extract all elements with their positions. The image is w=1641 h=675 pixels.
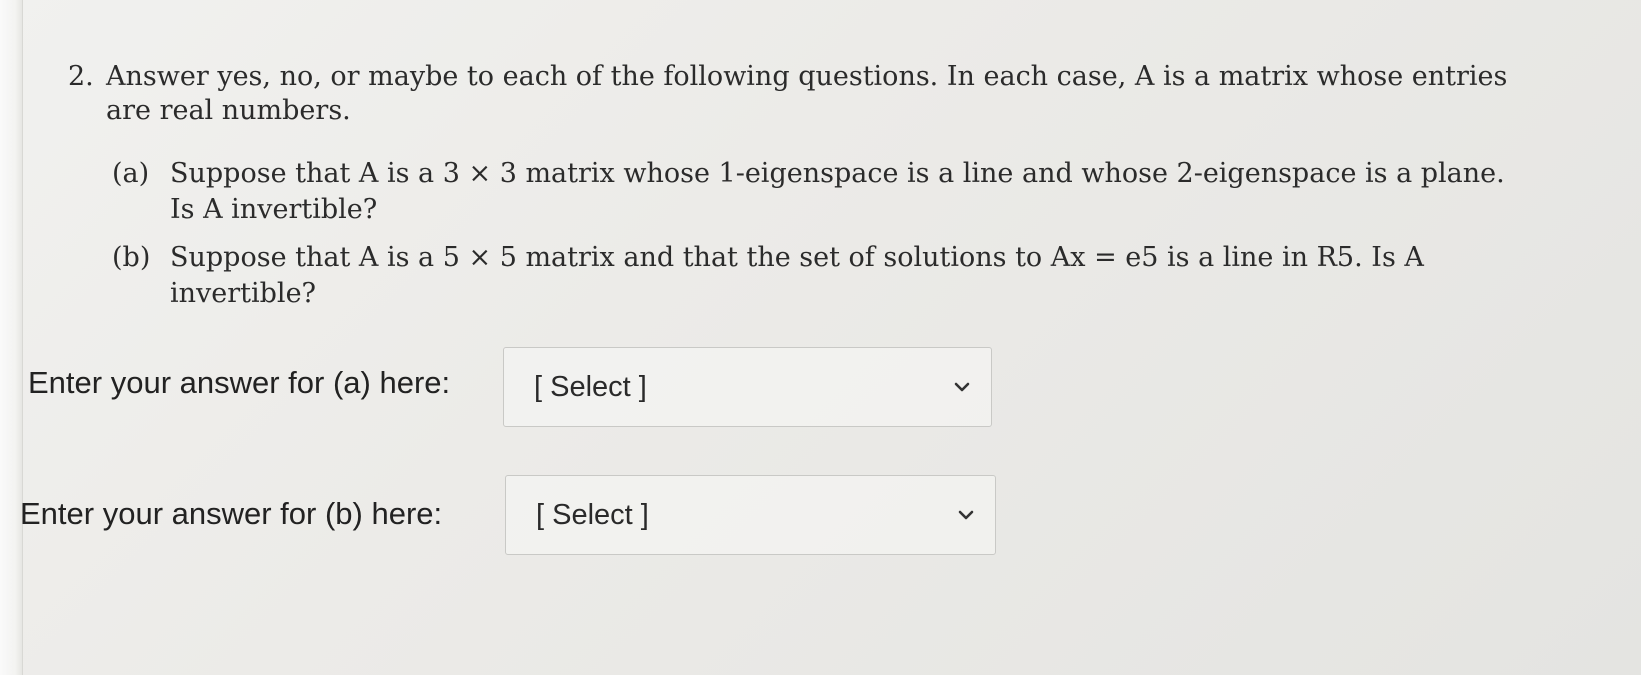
answer-b-selected-value: [ Select ] — [536, 498, 649, 531]
part-a-line-1: Suppose that A is a 3 × 3 matrix whose 1… — [170, 158, 1505, 189]
part-a-label: (a) — [112, 158, 150, 189]
question-number: 2. — [68, 61, 94, 92]
question-text: 2. Answer yes, no, or maybe to each of t… — [68, 60, 1608, 128]
question-line-2: are real numbers. — [106, 95, 351, 126]
answer-a-label: Enter your answer for (a) here: — [28, 365, 451, 400]
answer-a-selected-value: [ Select ] — [534, 370, 647, 403]
part-a-line-2: Is A invertible? — [170, 194, 378, 225]
answer-b-select[interactable]: [ Select ] — [505, 475, 996, 555]
answer-row-b: Enter your answer for (b) here: — [20, 496, 456, 532]
answer-b-label: Enter your answer for (b) here: — [20, 496, 443, 531]
chevron-down-icon — [958, 510, 974, 520]
answer-a-select[interactable]: [ Select ] — [503, 347, 992, 427]
answer-row-a: Enter your answer for (a) here: — [28, 365, 464, 401]
part-b-line-1: Suppose that A is a 5 × 5 matrix and tha… — [170, 242, 1424, 273]
part-b-label: (b) — [112, 242, 151, 273]
page-edge — [0, 0, 23, 675]
part-b-line-2: invertible? — [170, 278, 317, 309]
chevron-down-icon — [954, 382, 970, 392]
part-a: (a) Suppose that A is a 3 × 3 matrix who… — [112, 156, 1612, 228]
question-line-1: Answer yes, no, or maybe to each of the … — [106, 61, 1508, 92]
part-b: (b) Suppose that A is a 5 × 5 matrix and… — [112, 240, 1612, 312]
